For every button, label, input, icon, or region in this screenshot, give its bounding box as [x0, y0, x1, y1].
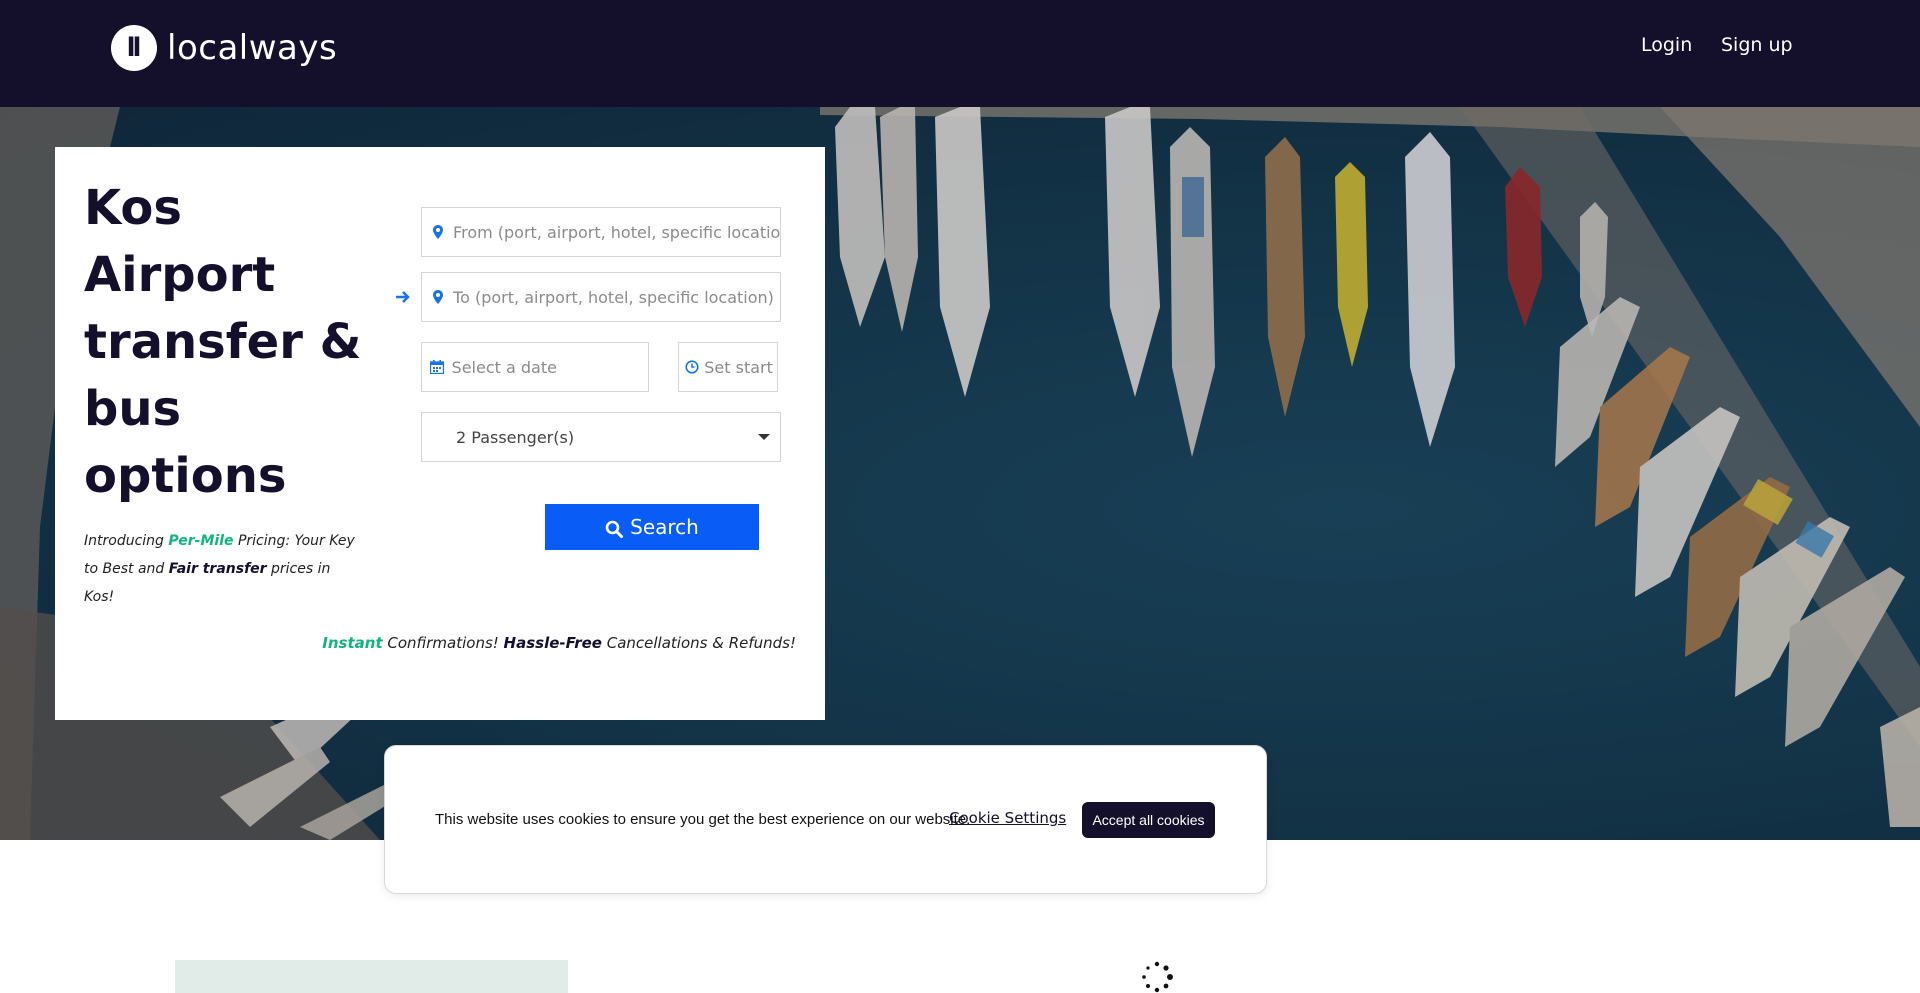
map-pin-icon [422, 290, 453, 304]
clock-icon [679, 360, 704, 374]
time-input[interactable] [704, 357, 777, 377]
map-pin-icon [422, 225, 453, 239]
hero-banner: Kos Airport transfer & bus options Intro… [0, 107, 1920, 840]
content-panel [175, 960, 568, 993]
date-input[interactable] [451, 357, 648, 377]
search-button-label: Search [630, 515, 699, 539]
to-input[interactable] [453, 287, 780, 307]
to-field[interactable] [421, 272, 781, 322]
cookie-settings-link[interactable]: Cookie Settings [949, 809, 1066, 827]
logo[interactable]: ll localways [111, 24, 337, 72]
time-field[interactable] [678, 342, 778, 392]
search-button[interactable]: Search [545, 504, 759, 550]
passengers-select[interactable]: 2 Passenger(s) [421, 412, 781, 462]
logo-text: localways [167, 28, 338, 68]
top-navbar: ll localways Login Sign up [0, 0, 1920, 107]
tagline: Instant Confirmations! Hassle-Free Cance… [322, 634, 796, 652]
search-icon [605, 519, 624, 538]
page-title: Kos Airport transfer & bus options [84, 180, 362, 504]
arrow-right-icon[interactable] [395, 289, 411, 308]
transfer-search-card: Kos Airport transfer & bus options Intro… [55, 147, 825, 720]
passengers-value: 2 Passenger(s) [456, 427, 575, 447]
accept-cookies-button[interactable]: Accept all cookies [1082, 802, 1215, 838]
cookie-banner: This website uses cookies to ensure you … [384, 745, 1267, 894]
calendar-icon [422, 360, 452, 374]
login-link[interactable]: Login [1641, 34, 1692, 56]
from-input[interactable] [453, 222, 780, 242]
spinner-icon [1142, 961, 1173, 993]
cookie-message: This website uses cookies to ensure you … [435, 811, 971, 828]
logo-mark-icon: ll [111, 25, 157, 71]
date-field[interactable] [421, 342, 649, 392]
caret-down-icon [758, 434, 770, 440]
from-field[interactable] [421, 207, 781, 257]
promo-text: Introducing Per-Mile Pricing: Your Key t… [84, 533, 355, 605]
signup-link[interactable]: Sign up [1721, 34, 1793, 56]
